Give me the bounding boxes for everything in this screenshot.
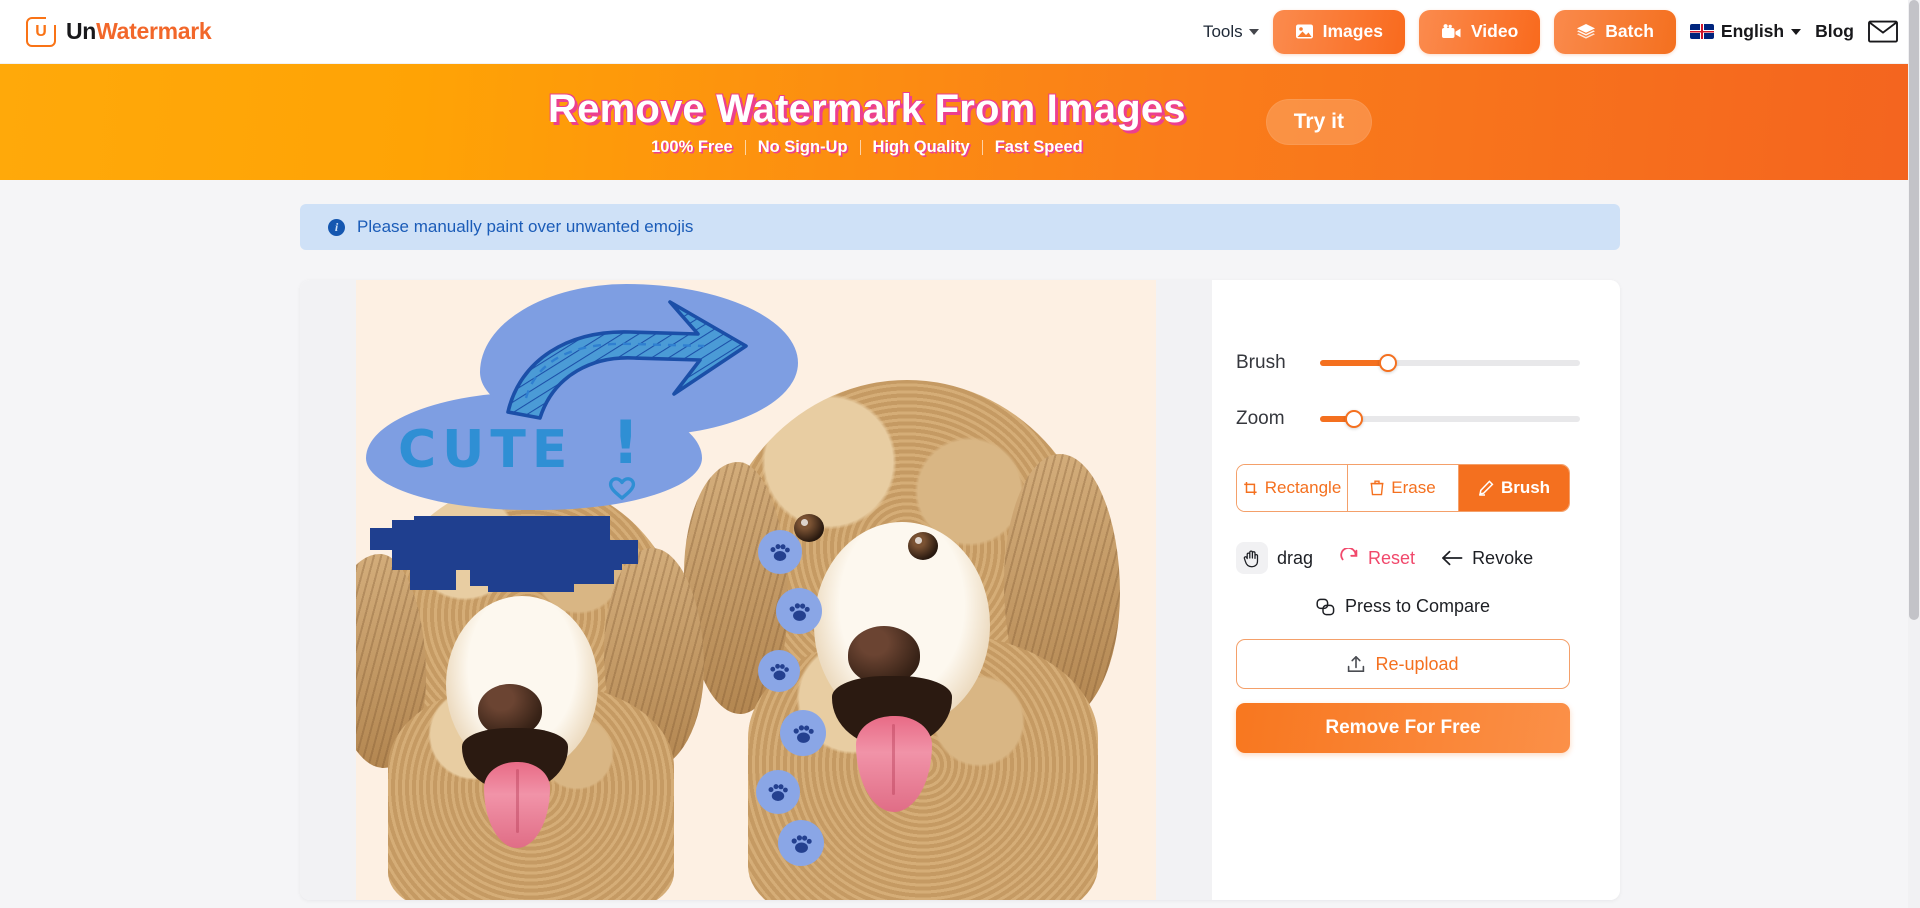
zoom-slider-row: Zoom [1236, 408, 1580, 430]
logo-text-secondary: Watermark [96, 18, 212, 44]
banner-title: Remove Watermark From Images [548, 87, 1186, 132]
nav-batch-label: Batch [1605, 21, 1654, 41]
info-notice-bar: i Please manually paint over unwanted em… [300, 204, 1620, 250]
page-scrollbar[interactable] [1908, 0, 1920, 908]
video-camera-icon [1441, 23, 1462, 40]
notice-message: Please manually paint over unwanted emoj… [357, 217, 694, 236]
language-selector[interactable]: English [1689, 21, 1802, 42]
promo-banner: Remove Watermark From Images 100% Free N… [0, 64, 1920, 180]
drag-tool-label: drag [1277, 547, 1314, 568]
zoom-slider-handle[interactable] [1344, 410, 1363, 428]
envelope-icon [1868, 20, 1898, 43]
paw-print-sticker [778, 820, 824, 866]
re-upload-button[interactable]: Re-upload [1236, 639, 1570, 689]
contact-mail-button[interactable] [1868, 20, 1898, 43]
nav-video-label: Video [1470, 21, 1519, 41]
chevron-down-icon [1791, 28, 1802, 35]
nav-tools-label: Tools [1202, 21, 1243, 41]
revoke-label: Revoke [1472, 547, 1534, 568]
tool-erase-button[interactable]: Erase [1348, 465, 1459, 511]
banner-feature: No Sign-Up [757, 137, 848, 156]
uk-flag-icon [1689, 24, 1714, 39]
layers-icon [1576, 23, 1596, 41]
compare-icon [1316, 598, 1335, 615]
arrow-left-icon [1442, 550, 1463, 566]
reset-label: Reset [1368, 547, 1416, 568]
arrow-sticker [506, 300, 748, 420]
banner-feature: 100% Free [651, 137, 733, 156]
editor-card: CUTE ! Brush Zoom Rectangle Erase Brush … [300, 280, 1620, 900]
nav-images-label: Images [1322, 21, 1383, 41]
remove-for-free-label: Remove For Free [1325, 717, 1481, 738]
compare-label: Press to Compare [1344, 596, 1491, 616]
nav-video-button[interactable]: Video [1418, 9, 1541, 54]
zoom-slider-label: Zoom [1236, 408, 1285, 429]
logo-text-primary: Un [66, 18, 97, 44]
tool-brush-label: Brush [1500, 478, 1551, 497]
zoom-slider[interactable] [1320, 410, 1580, 428]
brush-slider[interactable] [1320, 354, 1580, 372]
paw-icon [791, 834, 812, 853]
language-label: English [1720, 21, 1785, 41]
banner-try-it-button[interactable]: Try it [1265, 98, 1372, 145]
logo[interactable]: U UnWatermark [26, 16, 212, 47]
info-icon: i [328, 218, 345, 236]
paw-icon [768, 784, 788, 801]
pencil-icon [1479, 480, 1494, 496]
press-to-compare-button[interactable]: Press to Compare [1236, 596, 1570, 617]
chevron-down-icon [1248, 28, 1259, 35]
brush-slider-fill [1320, 360, 1388, 366]
nav-blog-link[interactable]: Blog [1815, 21, 1854, 42]
logo-mark-letter: U [35, 22, 47, 40]
paw-print-sticker [776, 588, 822, 634]
brush-slider-label: Brush [1236, 352, 1286, 373]
tool-rectangle-label: Rectangle [1264, 478, 1342, 497]
drag-tool-button[interactable]: drag [1236, 542, 1313, 574]
paw-icon [793, 724, 814, 743]
trash-icon [1370, 480, 1384, 496]
image-canvas[interactable]: CUTE ! [300, 280, 1212, 900]
logo-icon: U [26, 16, 56, 47]
page-scrollbar-thumb[interactable] [1909, 0, 1919, 620]
header-nav: Tools Images Video Batch English Blog [1203, 9, 1898, 54]
logo-text: UnWatermark [66, 18, 212, 45]
crop-icon [1243, 481, 1257, 495]
nav-images-button[interactable]: Images [1272, 9, 1405, 54]
banner-feature: Fast Speed [994, 137, 1083, 156]
nav-tools-dropdown[interactable]: Tools [1203, 22, 1259, 42]
tool-mode-segmented-control: Rectangle Erase Brush [1236, 464, 1570, 512]
image-icon [1295, 23, 1314, 40]
remove-for-free-button[interactable]: Remove For Free [1236, 703, 1570, 753]
paw-print-sticker [758, 650, 800, 692]
banner-feature: High Quality [872, 137, 970, 156]
brush-slider-handle[interactable] [1378, 354, 1397, 372]
brush-slider-row: Brush [1236, 352, 1580, 374]
nav-batch-button[interactable]: Batch [1554, 9, 1676, 54]
paw-print-sticker [758, 530, 802, 574]
main-content: i Please manually paint over unwanted em… [0, 180, 1920, 908]
hand-icon [1236, 542, 1268, 574]
upload-icon [1348, 656, 1365, 672]
reset-button[interactable]: Reset [1339, 548, 1415, 569]
paw-icon [769, 663, 789, 680]
refresh-icon [1340, 548, 1358, 561]
paw-icon [770, 544, 790, 561]
page-root: U UnWatermark Tools Images Video Batch E… [0, 0, 1920, 908]
heart-icon [608, 477, 636, 500]
re-upload-label: Re-upload [1375, 653, 1459, 674]
paw-print-sticker [780, 710, 826, 756]
tool-erase-label: Erase [1391, 478, 1436, 497]
editor-action-row: drag Reset Revoke [1236, 542, 1580, 574]
banner-features: 100% Free No Sign-Up High Quality Fast S… [548, 138, 1186, 157]
paw-print-sticker [756, 770, 800, 814]
tool-brush-button[interactable]: Brush [1459, 465, 1569, 511]
editor-tool-panel: Brush Zoom Rectangle Erase Brush drag Re… [1212, 280, 1620, 900]
site-header: U UnWatermark Tools Images Video Batch E… [0, 0, 1920, 64]
uploaded-photo[interactable]: CUTE ! [356, 280, 1156, 900]
tool-rectangle-button[interactable]: Rectangle [1237, 465, 1348, 511]
paw-icon [789, 602, 810, 621]
pixel-sunglasses-sticker [370, 516, 638, 592]
revoke-button[interactable]: Revoke [1441, 548, 1533, 569]
